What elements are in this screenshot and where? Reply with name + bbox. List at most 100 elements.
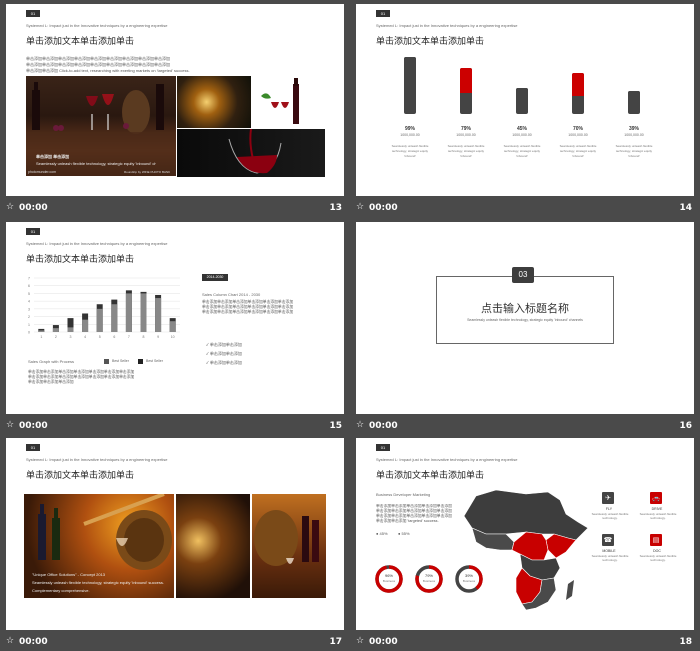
bar-series-a xyxy=(52,328,59,332)
footer-14: ☆ 00:00 14 xyxy=(356,200,694,217)
chip-b: ● 55% xyxy=(398,531,410,536)
x-tick-label: 2 xyxy=(55,335,57,339)
section-heading: 点击输入标题名称 xyxy=(481,302,569,315)
slide-tag: 01 xyxy=(26,228,40,235)
icon-desc: Seamlessly unleash flexible technology. xyxy=(639,512,677,520)
bar-caption: technology, strategic equity xyxy=(391,149,429,153)
bar-fill xyxy=(460,68,472,93)
time-label: 00:00 xyxy=(19,203,48,213)
star-icon: ☆ xyxy=(6,420,15,430)
bar-percent: 70% xyxy=(572,126,583,132)
right-heading: Sales Column Chart 2014 - 2030 xyxy=(202,292,261,297)
bar-series-a xyxy=(111,304,118,332)
slide-title: 单击添加文本单击添加单击 xyxy=(26,255,135,265)
checklist: ✓ 单击添加单击添加 ✓ 单击添加单击添加 ✓ 单击添加单击添加 xyxy=(206,340,242,367)
slide-subtitle: Systemed L: Impact just in the Innovativ… xyxy=(26,23,168,28)
barrel-glasses-photo xyxy=(252,494,326,598)
sales-column-chart: 0 1 2 3 4 5 6 7 1 2 3 4 5 6 7 8 9 10 xyxy=(28,277,180,339)
credits-right: Roundtrip by WINE PHOTO BANK xyxy=(124,170,171,174)
footer-15: ☆ 00:00 15 xyxy=(6,418,344,435)
star-icon: ☆ xyxy=(6,636,15,646)
slide-subtitle: Systemed L: Impact just in the Innovativ… xyxy=(26,457,168,462)
photo-caption-extra: Complementary comprehensive. xyxy=(32,588,90,593)
ring-sub: Business xyxy=(382,579,396,583)
photo-caption-detail: Seamlessly unleash flexible technology, … xyxy=(32,580,164,585)
time-label: 00:00 xyxy=(369,421,398,431)
slide-17[interactable]: 01 Systemed L: Impact just in the Innova… xyxy=(6,438,344,630)
bar-column xyxy=(460,68,472,114)
time-label: 00:00 xyxy=(369,637,398,647)
airplane-icon: ✈ xyxy=(602,492,614,504)
barrel-bottles-graphic xyxy=(254,510,319,566)
y-tick-label: 5 xyxy=(28,292,30,296)
bar-series-a xyxy=(67,327,74,332)
ring-sub: Business xyxy=(422,579,436,583)
photo-caption-detail: Seamlessly unleash flexible technology, … xyxy=(36,161,156,166)
check-item: ✓ 单击添加单击添加 xyxy=(206,360,242,365)
bottom-body: 单击添加单击添加单击添加单击添加单击添加单击添加单击添加 单击添加单击添加单击添加… xyxy=(28,370,135,384)
check-item: ✓ 单击添加单击添加 xyxy=(206,342,242,347)
phone-icon: ☎ xyxy=(602,534,614,546)
bar-caption: 'inbound' xyxy=(404,154,416,158)
bar-caption: technology, strategic equity xyxy=(503,149,541,153)
y-tick-label: 2 xyxy=(28,315,30,319)
bar-series-a xyxy=(82,319,89,332)
legend-label-b: Best Seller xyxy=(146,359,163,363)
bullet-icon: ● xyxy=(376,531,379,536)
bar-series-a xyxy=(155,298,162,332)
y-tick-label: 0 xyxy=(28,331,30,335)
slide-subtitle: Systemed L: Impact just in the Innovativ… xyxy=(376,23,518,28)
madagascar xyxy=(566,580,574,600)
x-tick-label: 3 xyxy=(70,335,72,339)
bar-series-a xyxy=(169,321,176,332)
slide-tag: 01 xyxy=(376,444,390,451)
glass-pour-graphic xyxy=(228,129,282,174)
bar-percent: 39% xyxy=(628,126,639,132)
bar-fill xyxy=(516,88,528,102)
icon-label: FLY xyxy=(605,507,613,511)
slide-18[interactable]: 01 Systemed L: Impact just in the Innova… xyxy=(356,438,694,630)
slide-16[interactable]: 03 点击输入标题名称 Seamlessly unleash flexible … xyxy=(356,222,694,414)
bar-series-a xyxy=(140,293,147,332)
bar-column xyxy=(572,73,584,114)
bar-fill xyxy=(628,91,640,104)
ring-label: 79% xyxy=(424,573,433,578)
chip-a: ● 45% xyxy=(376,531,388,536)
slide-15[interactable]: 01 Systemed L: Impact just in the Innova… xyxy=(6,222,344,414)
bar-column xyxy=(628,91,640,114)
photo-caption: "Unique Office Solutions" - Concept 2013 xyxy=(32,572,106,577)
legend-swatch-b xyxy=(138,359,143,364)
bar-caption: 'inbound' xyxy=(572,154,584,158)
bar-percent: 99% xyxy=(404,126,415,132)
bar-column xyxy=(404,57,416,114)
slide-13[interactable]: 01 Systemed L: Impact just in the Innova… xyxy=(6,4,344,196)
x-tick-label: 8 xyxy=(143,335,145,339)
photo-caption: 单击添加 单击添加 xyxy=(36,154,70,159)
bar-caption: technology, strategic equity xyxy=(447,149,485,153)
icon-desc: Seamlessly unleash flexible technology. xyxy=(639,554,677,562)
slide-title: 单击添加文本单击添加单击 xyxy=(376,471,485,481)
icon-label: DRIVE xyxy=(651,507,663,511)
business-heading: Business Developer Marketing xyxy=(376,492,431,497)
africa-map xyxy=(463,489,589,611)
slide-title: 单击添加文本单击添加单击 xyxy=(26,471,135,481)
x-tick-label: 4 xyxy=(84,335,86,339)
slide-subtitle: Systemed L: Impact just in the Innovativ… xyxy=(376,457,518,462)
candle-cellar-photo xyxy=(176,494,250,598)
right-tag: 2014-2030 xyxy=(202,274,228,281)
bar-caption: Seamlessly unleash flexible xyxy=(503,144,541,148)
slide-number: 14 xyxy=(679,203,692,213)
wine-barrel-photo: "Unique Office Solutions" - Concept 2013… xyxy=(24,494,174,598)
slide-body: 单击添加单击添加单击添加单击添加单击添加单击添加单击添加单击添加单击添加 单击添加… xyxy=(26,56,190,73)
business-body: 单击添加单击添加单击添加单击添加单击添加 单击添加单击添加单击添加单击添加单击添加… xyxy=(376,504,452,523)
check-item: ✓ 单击添加单击添加 xyxy=(206,351,242,356)
slide-subtitle: Systemed L: Impact just in the Innovativ… xyxy=(26,241,168,246)
wine-pour-photo xyxy=(177,129,325,177)
slide-14[interactable]: 01 Systemed L: Impact just in the Innova… xyxy=(356,4,694,196)
bar-caption: Seamlessly unleash flexible xyxy=(391,144,429,148)
icon-desc: Seamlessly unleash flexible technology. xyxy=(591,512,629,520)
ring-label: 96% xyxy=(384,573,393,578)
slide-title: 单击添加文本单击添加单击 xyxy=(376,37,485,47)
bar-caption: Seamlessly unleash flexible xyxy=(559,144,597,148)
bar-series-a xyxy=(96,308,103,332)
